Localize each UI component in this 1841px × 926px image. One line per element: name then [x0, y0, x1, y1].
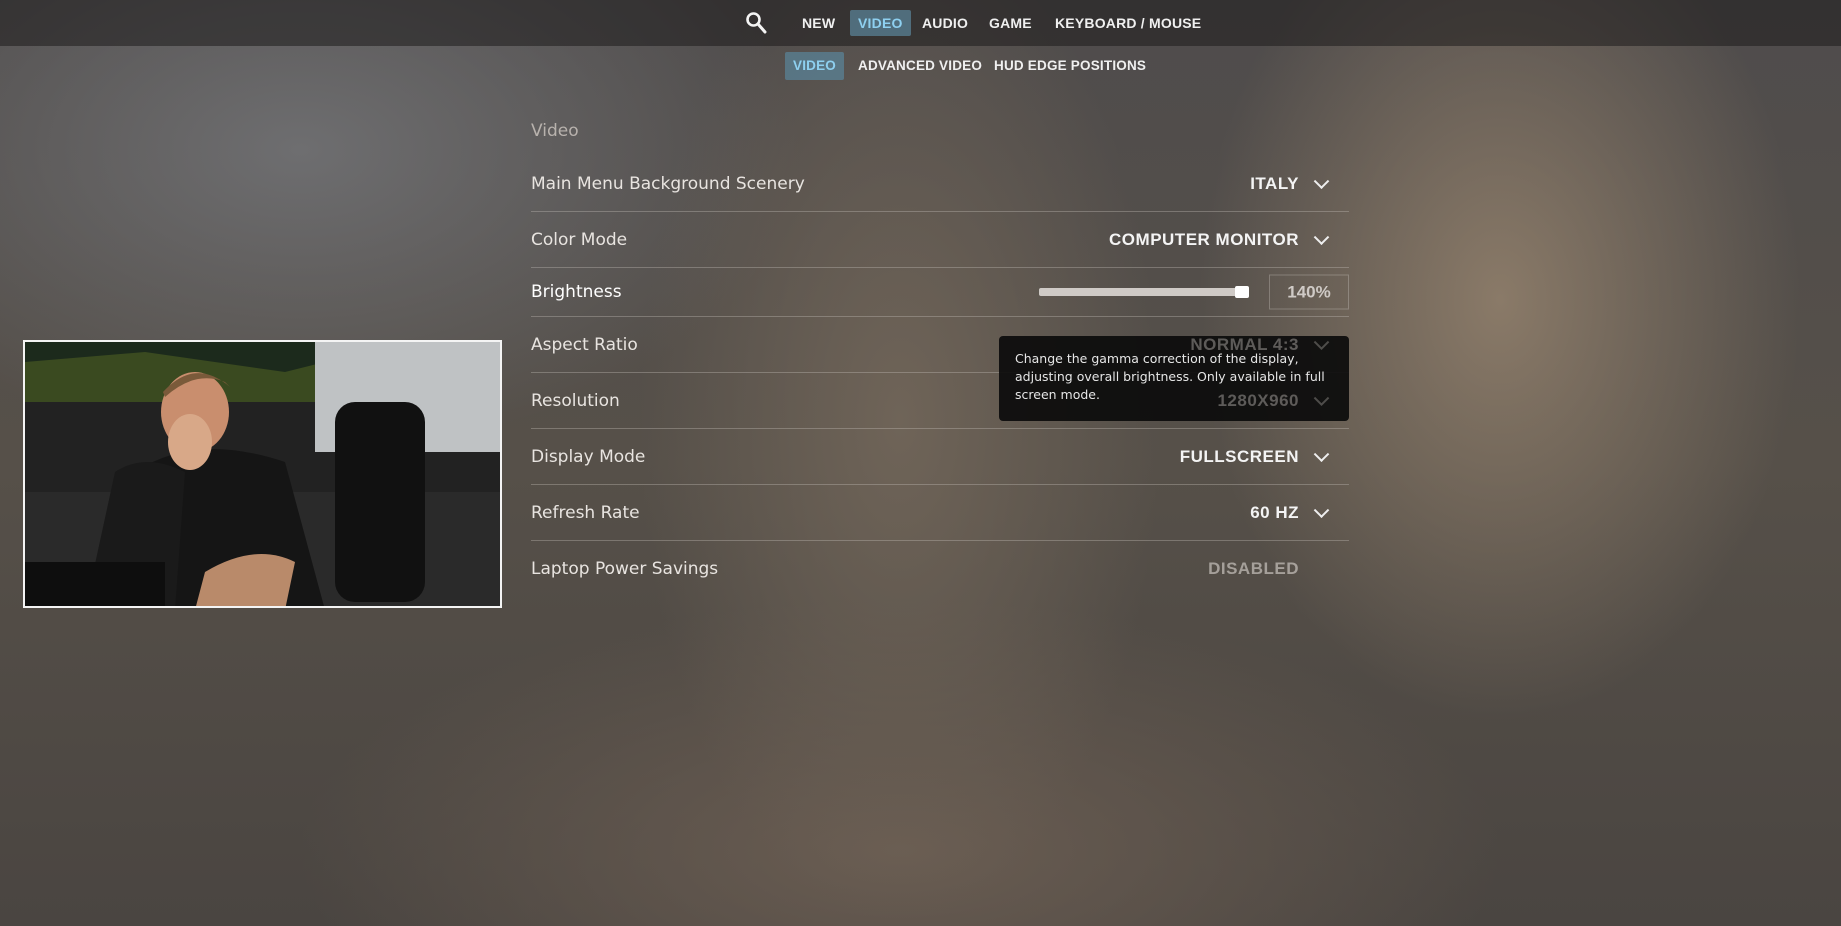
- search-icon[interactable]: [745, 11, 767, 35]
- video-frame-image: [25, 342, 500, 606]
- section-title: Video: [531, 121, 579, 141]
- dropdown-value[interactable]: 1280X960: [1217, 391, 1299, 411]
- setting-laptop-power-savings: Laptop Power Savings DISABLED: [531, 541, 1349, 597]
- brightness-value-field[interactable]: 140%: [1269, 274, 1349, 310]
- setting-background-scenery[interactable]: Main Menu Background Scenery ITALY: [531, 156, 1349, 212]
- subtab-hud-edge-positions[interactable]: HUD EDGE POSITIONS: [986, 52, 1154, 80]
- setting-label: Brightness: [531, 282, 622, 302]
- setting-label: Color Mode: [531, 229, 628, 250]
- dropdown-value[interactable]: ITALY: [1250, 174, 1299, 194]
- chevron-down-icon[interactable]: [1313, 501, 1330, 518]
- tab-new[interactable]: NEW: [794, 10, 843, 36]
- subtab-video[interactable]: VIDEO: [785, 52, 845, 80]
- tab-game[interactable]: GAME: [981, 10, 1040, 36]
- setting-label: Resolution: [531, 390, 620, 411]
- tab-video[interactable]: VIDEO: [850, 10, 911, 36]
- setting-label: Aspect Ratio: [531, 334, 638, 355]
- slider-handle[interactable]: [1235, 286, 1249, 298]
- setting-label: Laptop Power Savings: [531, 559, 719, 579]
- webcam-video-overlay: [23, 340, 502, 608]
- dropdown-value[interactable]: 60 HZ: [1250, 503, 1299, 523]
- setting-label: Main Menu Background Scenery: [531, 173, 805, 194]
- setting-label: Display Mode: [531, 446, 646, 467]
- dropdown-value[interactable]: NORMAL 4:3: [1190, 335, 1299, 355]
- setting-value-disabled: DISABLED: [1208, 559, 1299, 578]
- tab-audio[interactable]: AUDIO: [914, 10, 976, 36]
- dropdown-value[interactable]: COMPUTER MONITOR: [1109, 230, 1299, 250]
- setting-color-mode[interactable]: Color Mode COMPUTER MONITOR: [531, 212, 1349, 268]
- setting-brightness: Brightness 140%: [531, 268, 1349, 317]
- setting-display-mode[interactable]: Display Mode FULLSCREEN: [531, 429, 1349, 485]
- tab-keyboard-mouse[interactable]: KEYBOARD / MOUSE: [1047, 10, 1209, 36]
- chevron-down-icon[interactable]: [1313, 445, 1330, 462]
- setting-refresh-rate[interactable]: Refresh Rate 60 HZ: [531, 485, 1349, 541]
- subtab-advanced-video[interactable]: ADVANCED VIDEO: [850, 52, 990, 80]
- chevron-down-icon[interactable]: [1313, 172, 1330, 189]
- chevron-down-icon[interactable]: [1313, 228, 1330, 245]
- brightness-slider[interactable]: [1039, 286, 1249, 298]
- dropdown-value[interactable]: FULLSCREEN: [1180, 447, 1299, 467]
- setting-label: Refresh Rate: [531, 502, 640, 523]
